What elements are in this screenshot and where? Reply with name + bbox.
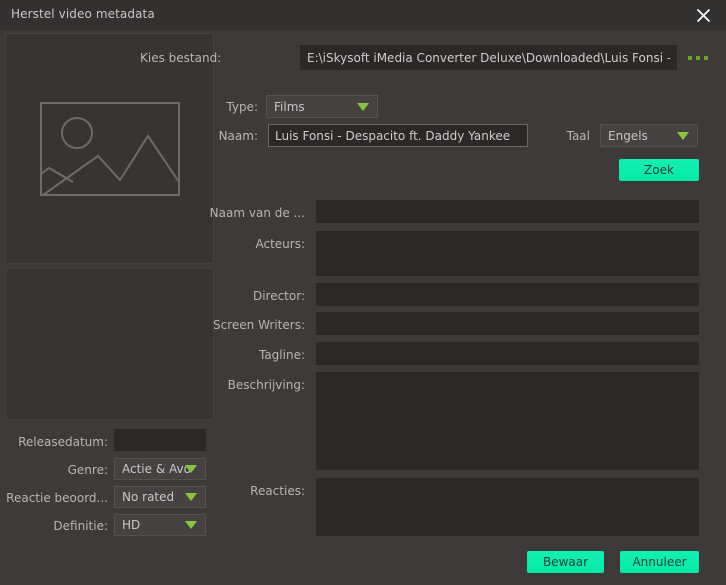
window-title: Herstel video metadata [11, 7, 155, 21]
close-icon [696, 8, 711, 23]
taal-dropdown-value: Engels [608, 129, 648, 143]
chevron-down-icon [185, 521, 197, 529]
definitie-dropdown-value: HD [122, 518, 140, 532]
director-label: Director: [200, 289, 305, 303]
close-button[interactable] [680, 0, 726, 30]
tagline-label: Tagline: [200, 348, 305, 362]
cancel-button[interactable]: Annuleer [620, 551, 699, 573]
director-input[interactable] [316, 283, 699, 306]
genre-dropdown[interactable]: Actie & Avo [114, 458, 206, 480]
reactie-beoordeling-label: Reactie beoord... [0, 491, 108, 505]
reacties-input[interactable] [316, 478, 699, 536]
titlebar: Herstel video metadata [0, 0, 726, 30]
search-button[interactable]: Zoek [619, 159, 699, 181]
reactie-beoordeling-value: No rated [122, 490, 174, 504]
tagline-input[interactable] [316, 342, 699, 365]
acteurs-input[interactable] [316, 231, 699, 276]
taal-dropdown[interactable]: Engels [600, 124, 698, 147]
chevron-down-icon [357, 103, 369, 111]
releasedatum-label: Releasedatum: [0, 435, 108, 449]
definitie-dropdown[interactable]: HD [114, 514, 206, 536]
genre-label: Genre: [0, 463, 108, 477]
naam-input[interactable] [268, 124, 528, 147]
ellipsis-icon [704, 56, 708, 60]
poster-panel[interactable] [5, 33, 214, 264]
naam-label: Naam: [190, 129, 258, 143]
beschrijving-label: Beschrijving: [190, 378, 305, 392]
screen-writers-label: Screen Writers: [180, 318, 305, 332]
naam-van-de-label: Naam van de ... [200, 206, 305, 220]
browse-button[interactable] [683, 46, 713, 70]
reactie-beoordeling-dropdown[interactable]: No rated [114, 486, 206, 508]
type-dropdown-value: Films [274, 100, 305, 114]
beschrijving-input[interactable] [316, 372, 699, 470]
chevron-down-icon [185, 465, 197, 473]
notes-panel[interactable] [5, 268, 214, 420]
type-label: Type: [190, 100, 258, 114]
metadata-dialog: Herstel video metadata Kies bestand: Typ… [0, 0, 726, 585]
definitie-label: Definitie: [0, 519, 108, 533]
taal-label: Taal [540, 129, 590, 143]
naam-van-de-input[interactable] [316, 200, 699, 223]
chevron-down-icon [677, 132, 689, 140]
genre-dropdown-value: Actie & Avo [122, 462, 191, 476]
image-placeholder-icon [40, 102, 180, 196]
file-label: Kies bestand: [140, 51, 218, 65]
type-dropdown[interactable]: Films [266, 95, 378, 118]
releasedatum-input[interactable] [114, 429, 206, 451]
ellipsis-icon [688, 56, 692, 60]
save-button[interactable]: Bewaar [527, 551, 604, 573]
file-path-input[interactable] [300, 45, 677, 70]
acteurs-label: Acteurs: [200, 237, 305, 251]
chevron-down-icon [185, 493, 197, 501]
ellipsis-icon [696, 56, 700, 60]
reacties-label: Reacties: [200, 484, 305, 498]
screen-writers-input[interactable] [316, 312, 699, 335]
